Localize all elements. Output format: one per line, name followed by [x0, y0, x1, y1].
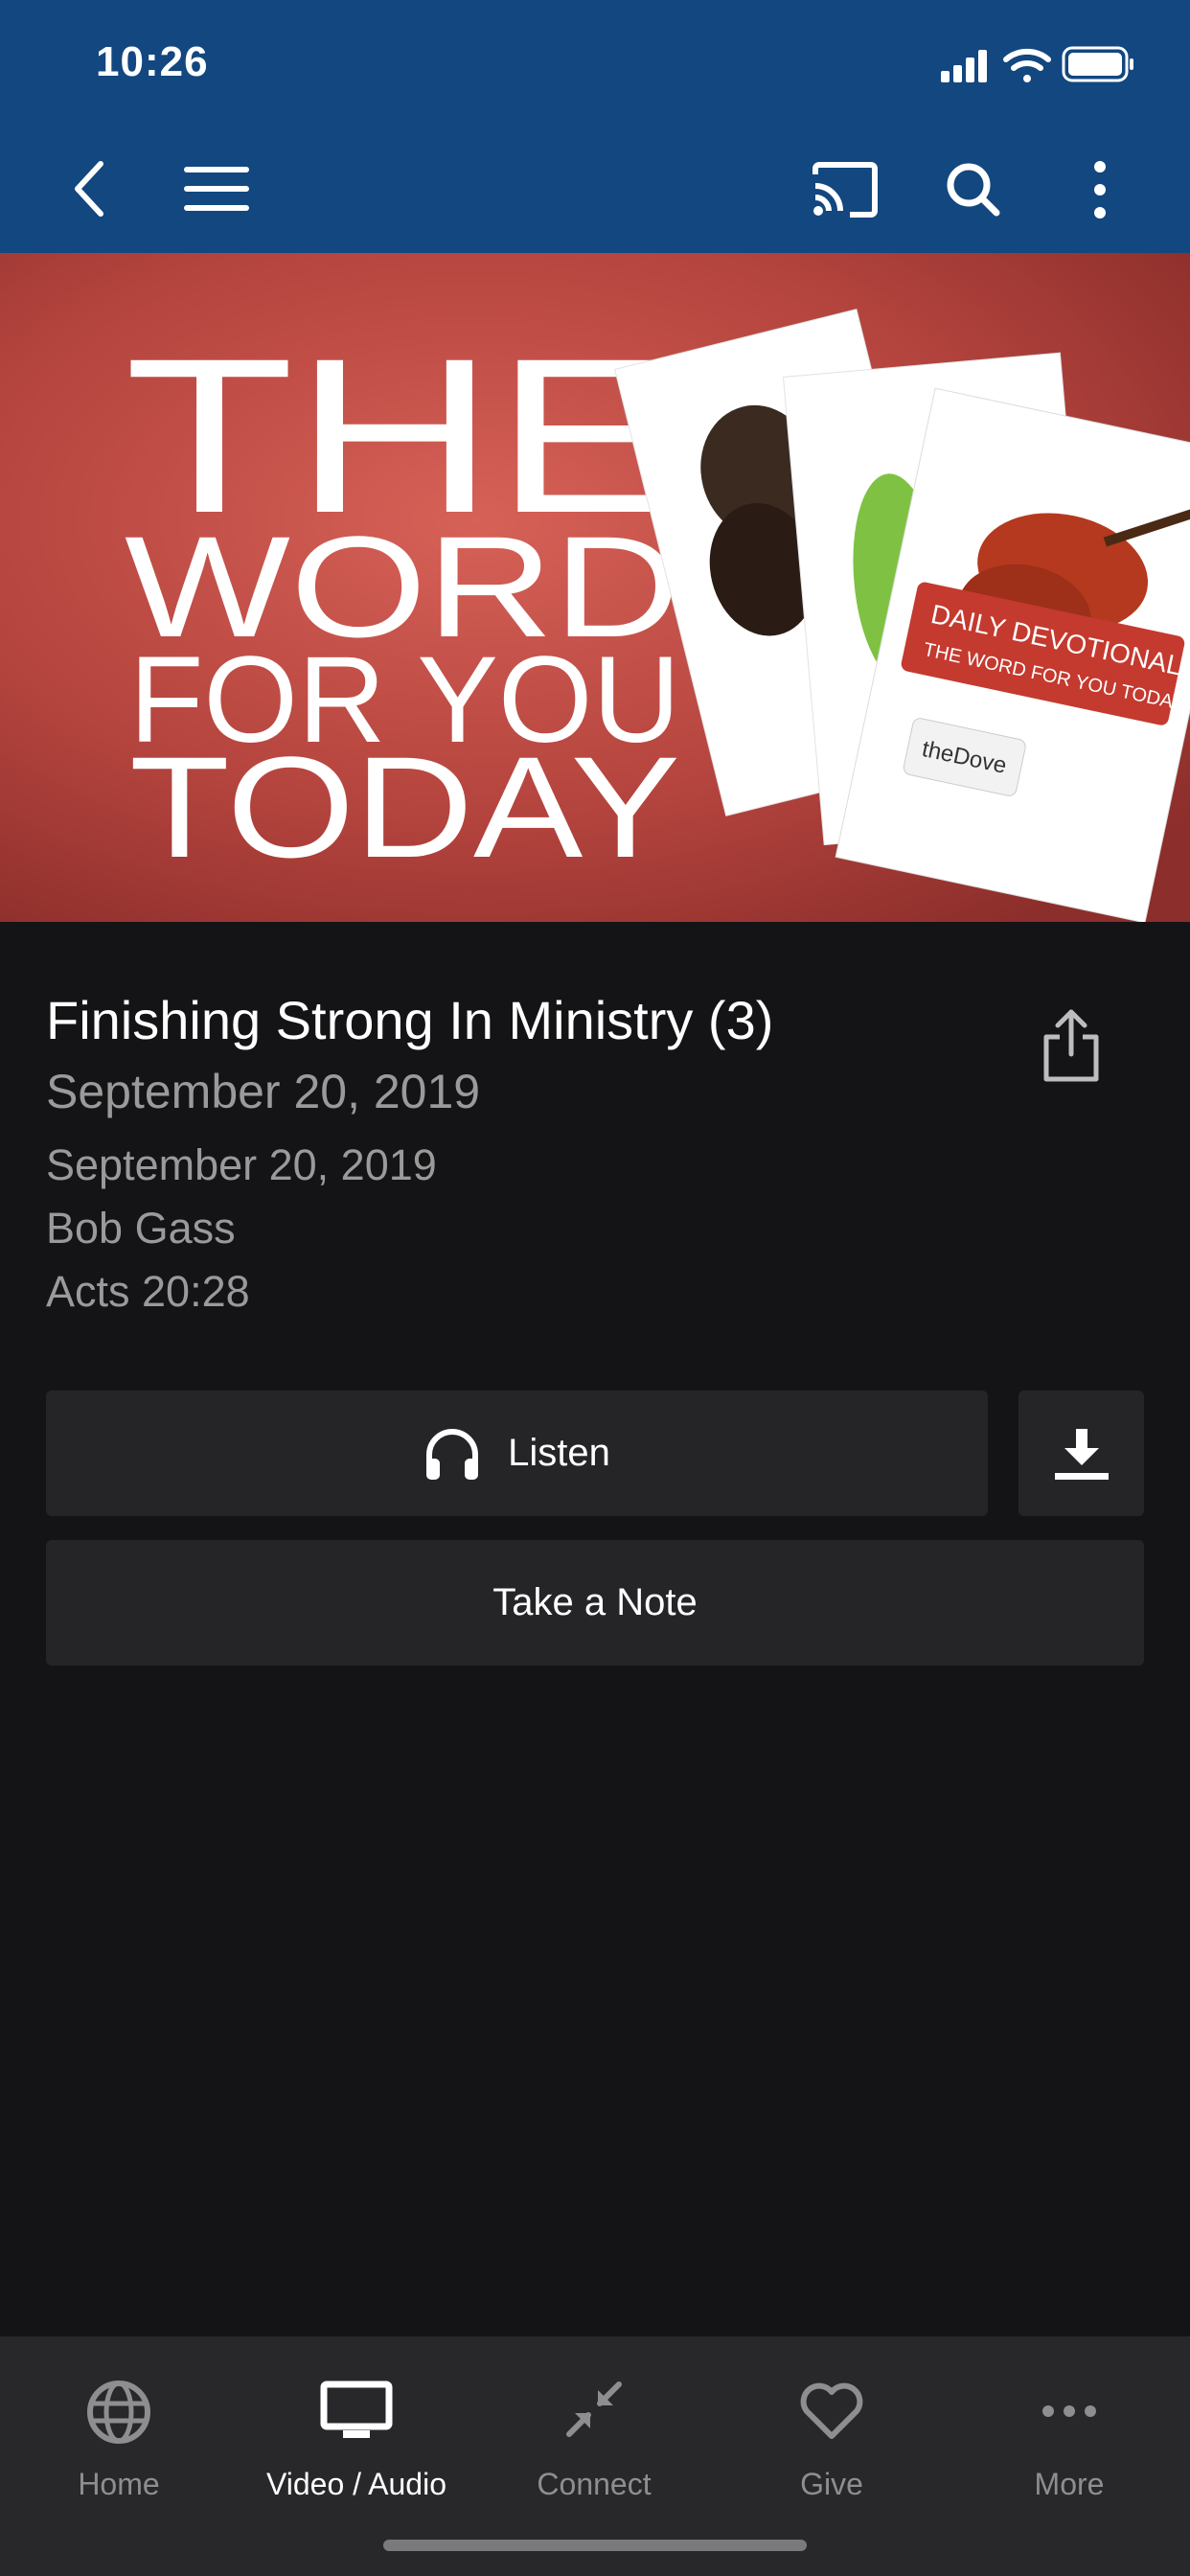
download-button[interactable] [1018, 1391, 1144, 1516]
cast-icon [812, 162, 878, 218]
tv-icon [320, 2380, 393, 2438]
hero-line-today: TODAY [129, 726, 680, 887]
sermon-date-large: September 20, 2019 [46, 1065, 481, 1118]
listen-label: Listen [508, 1432, 610, 1474]
overflow-menu-button[interactable] [1062, 151, 1138, 228]
take-note-label: Take a Note [492, 1581, 698, 1623]
sermon-scripture: Acts 20:28 [46, 1267, 250, 1316]
tab-home[interactable]: Home [0, 2354, 238, 2517]
tab-more-label: More [1034, 2467, 1105, 2501]
tab-home-label: Home [78, 2467, 160, 2501]
tab-video-audio[interactable]: Video / Audio [238, 2354, 475, 2517]
tab-give-label: Give [800, 2467, 863, 2501]
tab-connect-label: Connect [537, 2467, 652, 2501]
signal-icon [941, 50, 987, 82]
heart-icon [800, 2382, 863, 2439]
share-icon [1043, 1009, 1099, 1082]
wifi-icon [1003, 48, 1051, 82]
sermon-title: Finishing Strong In Ministry (3) [46, 990, 774, 1050]
cast-button[interactable] [807, 151, 883, 228]
headphones-icon [426, 1428, 479, 1480]
home-indicator[interactable] [383, 2540, 807, 2551]
take-note-button[interactable]: Take a Note [46, 1540, 1144, 1666]
tab-connect[interactable]: Connect [475, 2354, 713, 2517]
tab-give[interactable]: Give [713, 2354, 950, 2517]
search-icon [947, 163, 1000, 217]
listen-button[interactable]: Listen [46, 1391, 988, 1516]
search-button[interactable] [935, 151, 1012, 228]
sermon-author: Bob Gass [46, 1204, 236, 1253]
tab-more[interactable]: More [950, 2354, 1188, 2517]
tab-video-audio-label: Video / Audio [265, 2467, 446, 2501]
app-bar [0, 128, 1190, 253]
more-vertical-icon [1094, 161, 1106, 218]
status-icons [941, 42, 1190, 90]
battery-icon [1062, 46, 1133, 82]
compress-arrows-icon [566, 2381, 622, 2437]
sermon-date: September 20, 2019 [46, 1140, 437, 1189]
share-button[interactable] [1037, 1006, 1113, 1083]
globe-icon [87, 2380, 150, 2444]
status-time: 10:26 [96, 38, 209, 85]
download-icon [1054, 1428, 1109, 1480]
menu-button[interactable] [178, 155, 255, 222]
hamburger-icon [184, 167, 249, 211]
status-bar: 10:26 [0, 0, 1190, 128]
chevron-left-icon [75, 161, 103, 217]
back-button[interactable] [56, 155, 123, 222]
hero-banner: THE WORD FOR YOU TODAY DAILY DEVOTIONAL … [0, 253, 1190, 922]
more-dots-icon [1042, 2405, 1096, 2417]
